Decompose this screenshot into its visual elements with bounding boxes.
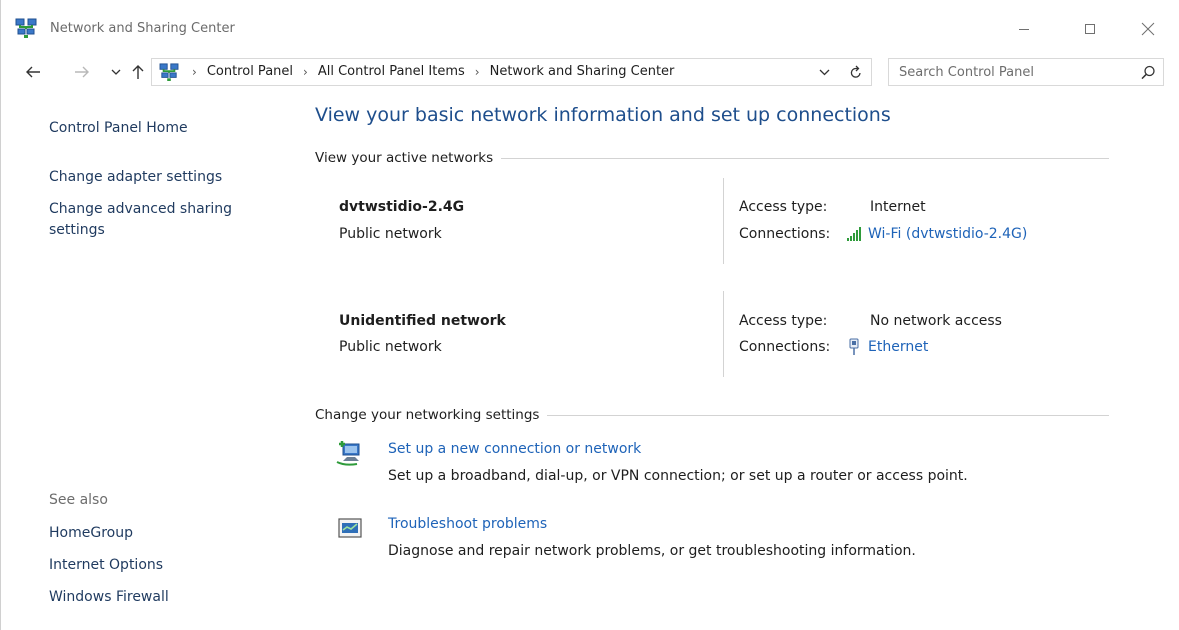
active-networks-label: View your active networks <box>315 150 494 166</box>
access-type-value: Internet <box>870 199 926 215</box>
section-divider <box>547 414 1109 416</box>
search-input[interactable] <box>899 63 1119 81</box>
title-bar: Network and Sharing Center <box>1 0 1179 46</box>
setup-connection-link[interactable]: Set up a new connection or network <box>388 441 641 457</box>
back-arrow-icon <box>26 66 40 78</box>
maximize-icon <box>1085 24 1095 34</box>
change-adapter-settings-link[interactable]: Change adapter settings <box>49 167 222 188</box>
ethernet-icon <box>846 338 862 355</box>
address-dropdown-button[interactable] <box>816 64 832 80</box>
chevron-down-icon <box>111 69 121 75</box>
homegroup-link[interactable]: HomeGroup <box>49 523 133 544</box>
ethernet-connection-label[interactable]: Ethernet <box>868 339 928 355</box>
active-networks-section: View your active networks <box>315 150 1109 166</box>
search-box[interactable] <box>888 58 1164 86</box>
network-category-link[interactable]: Public network <box>339 339 442 355</box>
control-panel-home-link[interactable]: Control Panel Home <box>49 118 188 139</box>
network-center-icon <box>15 18 37 38</box>
windows-firewall-link[interactable]: Windows Firewall <box>49 587 169 608</box>
search-icon[interactable] <box>1139 64 1157 82</box>
access-type-value: No network access <box>870 313 1002 329</box>
forward-button[interactable] <box>72 61 92 83</box>
troubleshoot-description: Diagnose and repair network problems, or… <box>388 543 916 559</box>
chevron-down-icon <box>819 69 829 76</box>
internet-options-link[interactable]: Internet Options <box>49 555 163 576</box>
wifi-connection-link[interactable]: Wi-Fi (dvtwstidio-2.4G) <box>846 226 1027 242</box>
network-category-link[interactable]: Public network <box>339 226 442 242</box>
recent-locations-button[interactable] <box>106 61 126 83</box>
maximize-button[interactable] <box>1067 14 1113 44</box>
breadcrumb-separator-icon: › <box>192 64 197 79</box>
breadcrumb-control-panel[interactable]: Control Panel <box>207 64 293 79</box>
up-button[interactable] <box>128 61 148 83</box>
network-name: dvtwstidio-2.4G <box>339 199 465 215</box>
change-advanced-sharing-link[interactable]: Change advanced sharing settings <box>49 199 269 241</box>
network-center-icon <box>159 63 179 81</box>
troubleshoot-icon <box>338 518 362 538</box>
left-pane: Control Panel Home Change adapter settin… <box>1 100 291 630</box>
minimize-icon <box>1019 29 1029 30</box>
see-also-label: See also <box>49 492 108 508</box>
change-settings-label: Change your networking settings <box>315 407 540 423</box>
forward-arrow-icon <box>75 66 89 78</box>
new-connection-icon <box>336 441 360 466</box>
up-arrow-icon <box>132 65 144 79</box>
change-settings-section: Change your networking settings <box>315 407 1109 423</box>
connections-label: Connections: <box>739 226 831 242</box>
section-divider <box>501 157 1109 159</box>
navigation-bar: › Control Panel › All Control Panel Item… <box>1 57 1179 87</box>
refresh-button[interactable] <box>848 63 864 81</box>
breadcrumb: › Control Panel › All Control Panel Item… <box>182 64 674 79</box>
close-button[interactable] <box>1125 14 1171 44</box>
page-title: View your basic network information and … <box>315 104 891 126</box>
network-sharing-center-window: Network and Sharing Center › Control Pan… <box>0 0 1179 630</box>
wifi-connection-label[interactable]: Wi-Fi (dvtwstidio-2.4G) <box>868 226 1027 242</box>
minimize-button[interactable] <box>1001 14 1047 44</box>
breadcrumb-separator-icon[interactable]: › <box>303 65 308 79</box>
address-bar[interactable]: › Control Panel › All Control Panel Item… <box>151 58 872 86</box>
breadcrumb-network-center[interactable]: Network and Sharing Center <box>490 64 675 79</box>
window-title: Network and Sharing Center <box>50 21 235 36</box>
network-divider <box>723 291 724 377</box>
close-icon <box>1141 22 1155 36</box>
ethernet-connection-link[interactable]: Ethernet <box>846 338 928 355</box>
troubleshoot-link[interactable]: Troubleshoot problems <box>388 516 547 532</box>
network-divider <box>723 178 724 264</box>
breadcrumb-all-items[interactable]: All Control Panel Items <box>318 64 465 79</box>
refresh-icon <box>850 65 861 78</box>
connections-label: Connections: <box>739 339 831 355</box>
wifi-signal-icon <box>846 226 862 242</box>
access-type-label: Access type: <box>739 199 828 215</box>
breadcrumb-separator-icon[interactable]: › <box>475 65 480 79</box>
network-name: Unidentified network <box>339 313 506 329</box>
access-type-label: Access type: <box>739 313 828 329</box>
setup-connection-description: Set up a broadband, dial-up, or VPN conn… <box>388 468 968 484</box>
back-button[interactable] <box>23 61 43 83</box>
